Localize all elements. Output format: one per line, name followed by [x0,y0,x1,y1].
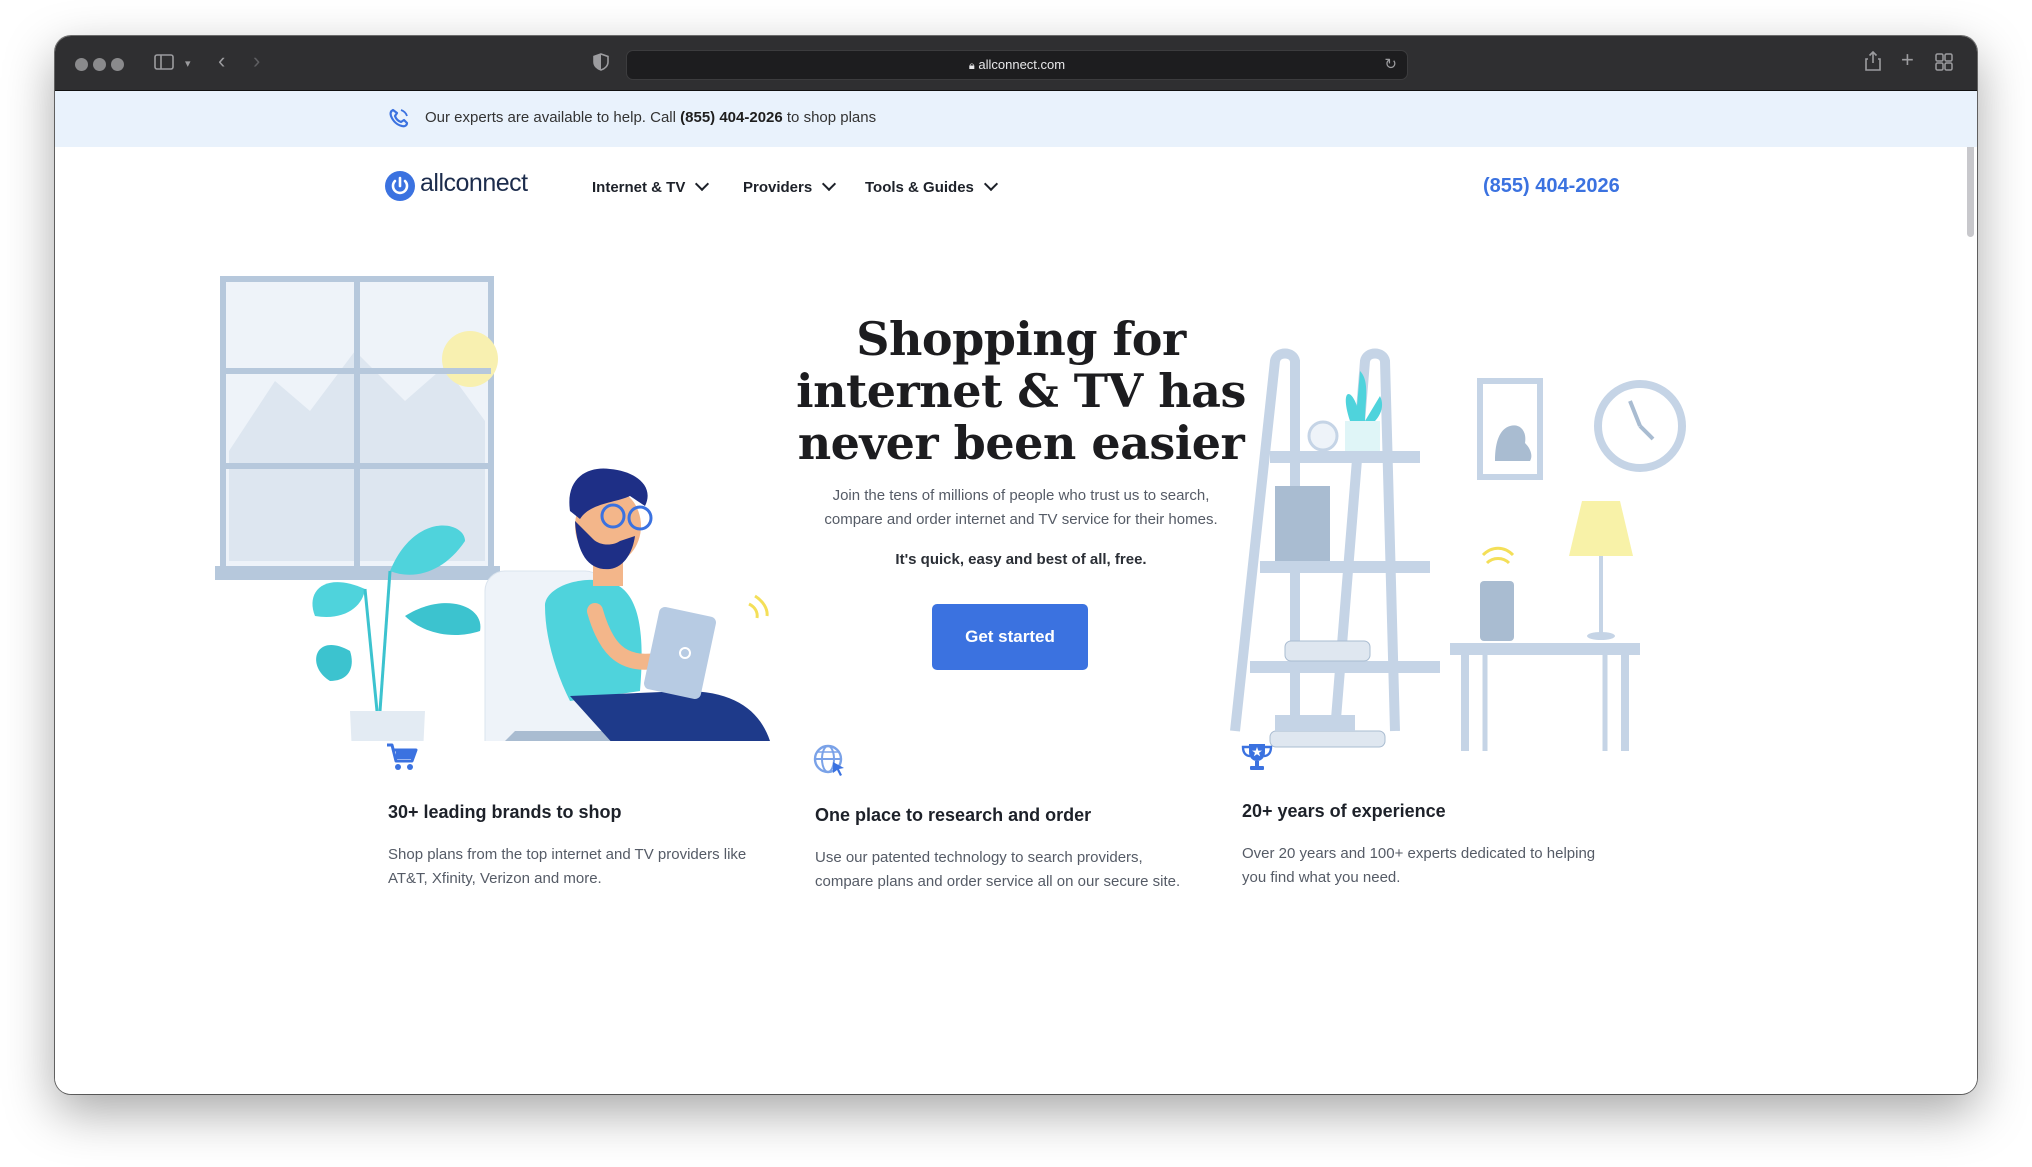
feature-description: Use our patented technology to search pr… [815,846,1205,894]
back-icon[interactable]: ‹ [218,50,225,72]
feature-description-line: AT&T, Xfinity, Verizon and more. [388,870,602,887]
feature-title: 30+ leading brands to shop [388,802,622,822]
share-icon[interactable] [1865,50,1881,75]
minimize-window-button[interactable] [93,58,106,71]
get-started-button[interactable]: Get started [932,604,1088,670]
chevron-down-icon [695,176,710,192]
feature-description: Over 20 years and 100+ experts dedicated… [1242,842,1632,890]
shield-icon[interactable] [593,53,609,75]
zoom-window-button[interactable] [111,58,124,71]
nav-internet-tv[interactable]: Internet & TV [592,176,710,196]
feature-description-line: Over 20 years and 100+ experts dedicated… [1242,845,1596,862]
web-page: Our experts are available to help. Call … [55,91,1977,1094]
nav-providers[interactable]: Providers [743,176,837,196]
help-banner-text: Our experts are available to help. Call … [425,109,876,126]
feature-description-line: Shop plans from the top internet and TV … [388,846,747,863]
tab-overview-icon[interactable] [1935,53,1953,75]
help-banner: Our experts are available to help. Call … [55,91,1977,147]
close-window-button[interactable] [75,58,88,71]
feature-description-line: you find what you need. [1242,869,1401,886]
forward-icon[interactable]: › [253,50,260,72]
reload-icon[interactable]: ↻ [1384,51,1397,79]
logo-icon[interactable] [385,171,415,201]
nav-internet-tv-label: Internet & TV [592,179,686,196]
feature-description-line: Use our patented technology to search pr… [815,849,1143,866]
trophy-icon [1240,742,1274,777]
new-tab-icon[interactable]: + [1901,49,1914,71]
chevron-down-icon [983,176,998,192]
help-text: Our experts are available to help. Call [425,109,676,126]
cart-icon [386,743,418,776]
address-bar[interactable]: 🔒︎ allconnect.com ↻ [626,50,1408,80]
browser-toolbar: ▾ ‹ › 🔒︎ allconnect.com ↻ + [55,36,1977,91]
nav-phone-link[interactable]: (855) 404-2026 [1483,175,1620,198]
chevron-down-icon[interactable]: ▾ [185,54,191,74]
lock-icon: 🔒︎ [968,60,975,72]
sidebar-toggle-icon[interactable] [154,53,176,75]
globe-icon [813,744,847,783]
feature-description: Shop plans from the top internet and TV … [388,843,778,891]
logo-text[interactable]: allconnect [420,169,528,198]
feature-title: One place to research and order [815,805,1092,825]
shelf-room-illustration [1230,348,1686,751]
help-phone-link[interactable]: (855) 404-2026 [680,109,783,126]
feature-description-line: compare plans and order service all on o… [815,873,1181,890]
nav-providers-label: Providers [743,179,813,196]
nav-tools-guides-label: Tools & Guides [865,179,974,196]
chevron-down-icon [822,176,837,192]
browser-window: ▾ ‹ › 🔒︎ allconnect.com ↻ + Our experts … [55,36,1977,1094]
url-text: allconnect.com [978,57,1066,72]
help-text-end: to shop plans [786,109,877,126]
nav-tools-guides[interactable]: Tools & Guides [865,176,998,196]
feature-title: 20+ years of experience [1242,801,1446,821]
phone-support-icon [388,107,410,133]
